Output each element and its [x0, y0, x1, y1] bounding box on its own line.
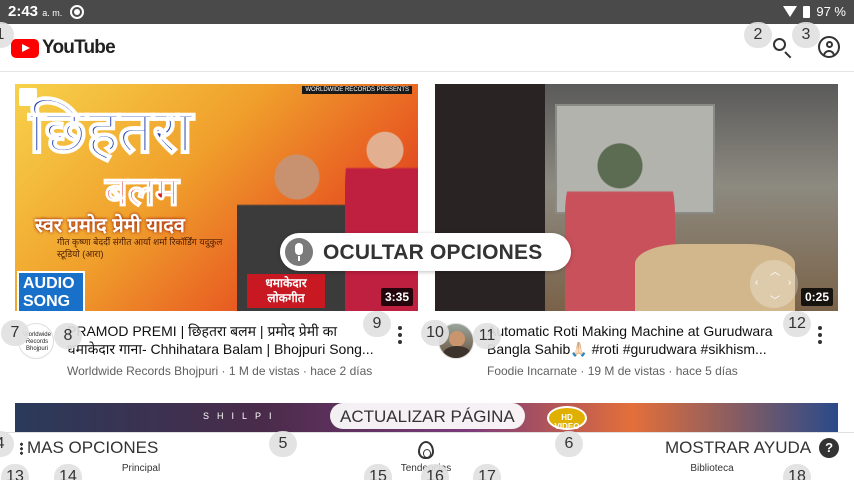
show-help-label: MOSTRAR AYUDA	[665, 438, 812, 457]
more-vert-icon[interactable]	[392, 324, 408, 346]
youtube-logo[interactable]: YouTube	[11, 37, 116, 59]
thumbnail-label-tag: WORLDWIDE RECORDS PRESENTS	[302, 86, 412, 94]
voice-number-badge[interactable]: 6	[555, 431, 583, 457]
nav-home-label: Principal	[121, 463, 161, 474]
microphone-icon	[285, 238, 313, 266]
video-title[interactable]: Automatic Roti Making Machine at Gurudwa…	[487, 322, 807, 358]
status-time-value: 2:43	[8, 3, 39, 20]
show-help-button[interactable]: MOSTRAR AYUDA ?	[655, 435, 846, 461]
voice-number-badge[interactable]: 8	[54, 323, 82, 349]
video-thumbnail-1[interactable]: WORLDWIDE RECORDS PRESENTS छिहतरा बलम स्…	[15, 84, 418, 311]
screen-record-icon	[70, 5, 84, 19]
voice-number-badge[interactable]: 11	[473, 323, 501, 349]
trending-flame-icon	[418, 441, 434, 459]
thumbnail-background	[435, 84, 545, 311]
status-bar: 2:43 a. m. 97 %	[0, 0, 854, 24]
genre-badge: धमाकेदार लोकगीत	[247, 274, 325, 308]
video-duration: 0:25	[800, 288, 833, 306]
search-icon[interactable]	[771, 36, 795, 60]
voice-number-badge[interactable]: 9	[363, 311, 391, 337]
voice-number-badge[interactable]: 12	[783, 311, 811, 337]
voice-number-badge[interactable]: 3	[792, 22, 820, 48]
video-subtitle: Worldwide Records Bhojpuri · 1 M de vist…	[67, 364, 373, 378]
thumbnail-title-line2: बलम	[104, 169, 179, 215]
status-ampm: a. m.	[42, 8, 63, 18]
more-options-label: MAS OPCIONES	[27, 438, 159, 457]
hd-video-badge: HD VIDEO	[547, 406, 587, 431]
video-duration: 3:35	[380, 288, 413, 306]
audio-song-badge: AUDIO SONG	[17, 271, 85, 311]
hide-options-button[interactable]: OCULTAR OPCIONES	[280, 233, 571, 271]
more-vert-icon	[20, 441, 23, 455]
video-subtitle: Foodie Incarnate · 19 M de vistas · hace…	[487, 364, 738, 378]
battery-level: 97 %	[816, 4, 846, 19]
nav-library-label: Biblioteca	[690, 463, 734, 474]
voice-number-badge[interactable]: 5	[269, 431, 297, 457]
video-title[interactable]: PRAMOD PREMI | छिहतरा बलम | प्रमोद प्रेम…	[67, 322, 387, 358]
youtube-play-icon	[11, 38, 39, 58]
refresh-page-label: ACTUALIZAR PÁGINA	[340, 407, 515, 426]
battery-icon	[803, 5, 811, 18]
status-right: 97 %	[783, 4, 846, 19]
refresh-page-button[interactable]: ACTUALIZAR PÁGINA	[330, 403, 525, 429]
wifi-icon	[783, 6, 798, 17]
thumbnail-singer-text: स्वर प्रमोद प्रेमी यादव	[35, 215, 185, 237]
account-icon[interactable]	[818, 36, 840, 58]
thumbnail-title-line1: छिहतरा	[28, 98, 194, 165]
voice-number-badge[interactable]: 7	[1, 320, 29, 346]
move-handle-icon[interactable]: ︿ ﹀ ‹ ›	[750, 260, 798, 308]
hide-options-label: OCULTAR OPCIONES	[323, 241, 543, 264]
voice-number-badge[interactable]: 2	[744, 22, 772, 48]
youtube-wordmark: YouTube	[42, 37, 116, 58]
help-icon: ?	[819, 438, 840, 458]
more-vert-icon[interactable]	[812, 324, 828, 346]
thumbnail-shilpi-text: SHILPI	[203, 411, 280, 421]
status-time: 2:43 a. m.	[8, 3, 62, 20]
thumbnail-credits: गीत कृष्णा बेदर्दी संगीत आर्या शर्मा रिक…	[57, 237, 223, 259]
app-header: YouTube	[0, 24, 854, 72]
thumbnail-woman-figure	[345, 104, 418, 311]
voice-number-badge[interactable]: 10	[421, 320, 449, 346]
more-options-button[interactable]: MAS OPCIONES	[10, 435, 169, 461]
